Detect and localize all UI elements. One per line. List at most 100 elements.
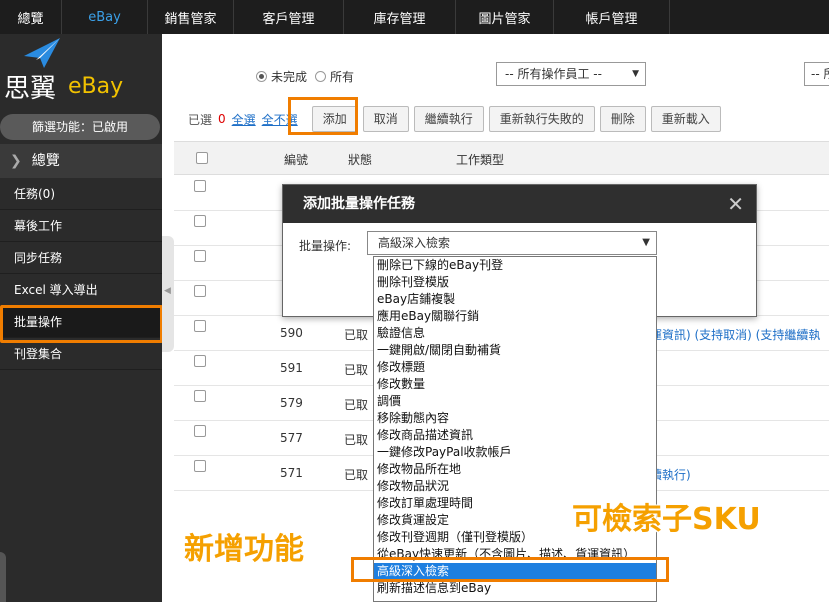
dropdown-option[interactable]: 修改物品所在地: [374, 461, 656, 478]
cancel-button[interactable]: 取消: [362, 106, 409, 132]
row-checkbox[interactable]: [194, 425, 206, 437]
dropdown-option[interactable]: 一鍵開啟/關閉自動補貨: [374, 342, 656, 359]
annotation-sku-search: 可檢索子SKU: [572, 502, 761, 537]
second-select[interactable]: -- 所: [804, 62, 829, 86]
dropdown-option[interactable]: 修改商品描述資訊: [374, 427, 656, 444]
radio-all[interactable]: 所有: [315, 68, 354, 85]
add-button[interactable]: 添加: [311, 106, 358, 132]
radio-dot-checked: [256, 71, 267, 82]
select-all-link[interactable]: 全選: [232, 111, 256, 128]
retry-failed-button[interactable]: 重新執行失敗的: [488, 106, 595, 132]
dropdown-option[interactable]: 修改物品狀況: [374, 478, 656, 495]
selected-prefix: 已選: [188, 112, 213, 127]
row-checkbox[interactable]: [194, 355, 206, 367]
nav-overview[interactable]: 總覽: [0, 0, 62, 34]
column-header-status: 狀態: [348, 153, 373, 167]
annotation-new-feature: 新增功能: [184, 532, 304, 567]
paper-plane-icon: [24, 38, 60, 68]
chevron-right-icon: ❯: [10, 153, 22, 169]
row-id: 590: [280, 326, 303, 340]
sidebar-overview[interactable]: ❯ 總覽: [0, 144, 162, 178]
dropdown-option[interactable]: eBay店鋪複製: [374, 291, 656, 308]
dropdown-option[interactable]: 高級深入檢索: [374, 563, 656, 580]
dropdown-option[interactable]: 刷新描述信息到eBay: [374, 580, 656, 597]
row-checkbox[interactable]: [194, 390, 206, 402]
row-checkbox[interactable]: [194, 460, 206, 472]
sidebar-menu: 任務(0) 幕後工作 同步任務 Excel 導入導出 批量操作 刊登集合: [0, 178, 162, 370]
toolbar: 已選 0 全選 全不選 添加 取消 繼續執行 重新執行失敗的 刪除 重新載入: [188, 106, 726, 132]
nav-image-manager[interactable]: 圖片管家: [456, 0, 554, 34]
bulk-operation-dropdown: 刪除已下線的eBay刊登 刪除刊登模版 eBay店鋪複製 應用eBay關聯行銷 驗證信息…: [373, 256, 657, 602]
dropdown-option[interactable]: 調價: [374, 393, 656, 410]
dropdown-option[interactable]: 刪除已下線的eBay刊登: [374, 257, 656, 274]
radio-all-label: 所有: [330, 70, 355, 84]
nav-ebay[interactable]: eBay: [62, 0, 148, 34]
employee-select[interactable]: -- 所有操作員工 -- ▼: [496, 62, 646, 86]
radio-dot: [315, 71, 327, 82]
selected-count: 0: [218, 112, 226, 126]
corner-tab: [0, 552, 6, 602]
row-id: 579: [280, 396, 303, 410]
row-actions-link[interactable]: 運資訊) (支持取消) (支持繼續執: [650, 326, 820, 343]
dropdown-option[interactable]: 驗證信息: [374, 325, 656, 342]
dropdown-option[interactable]: 刪除刊登模版: [374, 274, 656, 291]
modal-title: 添加批量操作任務: [303, 196, 415, 212]
sidebar-item-listing-collection[interactable]: 刊登集合: [0, 338, 162, 370]
continue-button[interactable]: 繼續執行: [413, 106, 484, 132]
bulk-operation-label: 批量操作:: [299, 239, 352, 253]
row-status: 已取: [344, 363, 369, 377]
close-icon[interactable]: ✕: [727, 185, 744, 223]
column-header-job-type: 工作類型: [456, 153, 505, 167]
modal-header: 添加批量操作任務 ✕: [283, 185, 756, 223]
caret-down-icon: ▼: [642, 237, 650, 248]
dropdown-option[interactable]: 從eBay快速更新（不含圖片、描述、貨運資訊）: [374, 546, 656, 563]
status-filter: 未完成 所有: [256, 68, 354, 85]
nav-account-management[interactable]: 帳戶管理: [554, 0, 670, 34]
sidebar-item-tasks[interactable]: 任務(0): [0, 178, 162, 210]
sidebar-item-bulk-operations[interactable]: 批量操作: [0, 306, 162, 338]
logo: 思翼 eBay: [0, 34, 162, 106]
select-none-link[interactable]: 全不選: [262, 111, 298, 128]
row-id: 591: [280, 361, 303, 375]
brand-name: 思翼: [4, 74, 57, 104]
nav-sales-manager[interactable]: 銷售管家: [148, 0, 234, 34]
row-checkbox[interactable]: [194, 320, 206, 332]
row-checkbox[interactable]: [194, 215, 206, 227]
dropdown-option[interactable]: 移除動態內容: [374, 410, 656, 427]
row-id: 571: [280, 466, 303, 480]
filter-status-badge[interactable]: 篩選功能：已啟用: [0, 114, 160, 140]
table-header: 編號 狀態 工作類型: [174, 141, 829, 175]
row-status: 已取: [344, 468, 369, 482]
bulk-operation-select[interactable]: 高級深入檢索 ▼: [367, 231, 657, 255]
sidebar-item-background-jobs[interactable]: 幕後工作: [0, 210, 162, 242]
caret-down-icon: ▼: [632, 69, 639, 79]
dropdown-option[interactable]: 一鍵修改PayPal收款帳戶: [374, 444, 656, 461]
sidebar-item-sync-tasks[interactable]: 同步任務: [0, 242, 162, 274]
top-nav: 總覽 eBay 銷售管家 客戶管理 庫存管理 圖片管家 帳戶管理: [0, 0, 829, 34]
delete-button[interactable]: 刪除: [599, 106, 646, 132]
nav-customer-management[interactable]: 客戶管理: [234, 0, 344, 34]
sidebar-item-excel-import-export[interactable]: Excel 導入導出: [0, 274, 162, 306]
dropdown-option[interactable]: 應用eBay關聯行銷: [374, 308, 656, 325]
chevron-left-icon: ◀: [164, 286, 171, 296]
row-checkbox[interactable]: [194, 285, 206, 297]
brand-name-en: eBay: [68, 74, 124, 99]
reload-button[interactable]: 重新載入: [650, 106, 721, 132]
second-select-value: -- 所: [811, 67, 829, 81]
radio-incomplete[interactable]: 未完成: [256, 68, 307, 85]
bulk-operation-select-value: 高級深入檢索: [378, 236, 451, 250]
employee-select-value: -- 所有操作員工 --: [505, 67, 602, 81]
row-checkbox[interactable]: [194, 180, 206, 192]
row-checkbox[interactable]: [194, 250, 206, 262]
row-status: 已取: [344, 433, 369, 447]
sidebar-overview-label: 總覽: [31, 153, 60, 169]
row-id: 577: [280, 431, 303, 445]
row-status: 已取: [344, 328, 369, 342]
nav-inventory-management[interactable]: 庫存管理: [344, 0, 456, 34]
header-checkbox[interactable]: [196, 152, 208, 164]
dropdown-option[interactable]: 修改數量: [374, 376, 656, 393]
sidebar: 思翼 eBay 篩選功能：已啟用 ❯ 總覽 任務(0) 幕後工作 同步任務 Exc…: [0, 34, 162, 602]
radio-incomplete-label: 未完成: [271, 70, 308, 84]
sidebar-collapse-handle[interactable]: ◀: [162, 236, 174, 352]
dropdown-option[interactable]: 修改標題: [374, 359, 656, 376]
